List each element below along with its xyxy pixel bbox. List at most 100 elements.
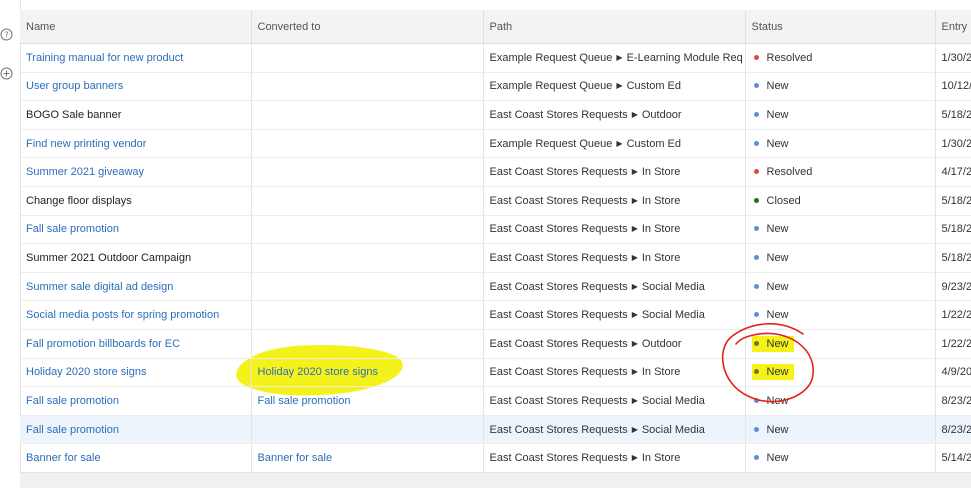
column-header-name[interactable]: Name — [20, 10, 252, 44]
status-cell: New — [745, 129, 936, 159]
request-name-link[interactable]: Find new printing vendor — [26, 138, 146, 150]
path-queue: Example Request Queue — [489, 80, 613, 93]
status-cell: New — [745, 215, 936, 245]
request-name-link[interactable]: Fall sale promotion — [26, 395, 119, 407]
column-header-status[interactable]: Status — [745, 10, 936, 44]
name-cell: Banner for sale — [20, 443, 252, 473]
entry-date-cell: 5/18/2 — [935, 186, 971, 216]
status-dot-icon — [753, 254, 759, 260]
request-name-link[interactable]: Social media posts for spring promotion — [26, 309, 219, 321]
name-cell: Holiday 2020 store signs — [20, 358, 252, 388]
status-cell: Closed — [745, 186, 936, 216]
path-queue: East Coast Stores Requests — [489, 166, 628, 179]
table-row[interactable]: Banner for sale Banner for sale East Coast… — [20, 443, 971, 473]
table-row[interactable]: Training manual for new product Example R… — [20, 43, 971, 73]
status-badge: New — [752, 107, 794, 123]
status-cell: New — [745, 329, 936, 359]
status-badge: Closed — [752, 193, 806, 209]
converted-cell: Fall sale promotion — [251, 386, 484, 416]
entry-date-cell: 5/14/2 — [935, 443, 971, 473]
column-header-entry[interactable]: Entry — [935, 10, 971, 44]
status-cell: New — [745, 100, 936, 130]
partial-icon[interactable] — [0, 0, 13, 7]
status-label: Resolved — [766, 166, 813, 179]
status-dot-icon — [753, 140, 759, 146]
table-row[interactable]: Summer 2021 Outdoor Campaign East Coast S… — [20, 243, 971, 273]
converted-link[interactable]: Fall sale promotion — [258, 395, 351, 407]
request-name-link[interactable]: Fall promotion billboards for EC — [26, 338, 180, 350]
status-label: New — [766, 223, 789, 236]
request-name-link[interactable]: User group banners — [26, 80, 123, 92]
request-name-link[interactable]: Summer sale digital ad design — [26, 281, 173, 293]
status-cell: New — [745, 300, 936, 330]
request-name-link[interactable]: Banner for sale — [26, 452, 101, 464]
status-label: New — [766, 366, 789, 379]
status-label: New — [766, 394, 789, 407]
table-row[interactable]: Fall sale promotion East Coast Stores Req… — [20, 415, 971, 445]
table-row[interactable]: Change floor displays East Coast Stores R… — [20, 186, 971, 216]
converted-cell — [251, 72, 484, 102]
add-icon[interactable] — [0, 67, 13, 80]
path-cell: East Coast Stores Requests ▶ In Store — [483, 157, 746, 187]
path-separator-icon: ▶ — [616, 81, 623, 91]
entry-date-cell: 4/9/20 — [935, 358, 971, 388]
column-header-converted[interactable]: Converted to — [251, 10, 484, 44]
table-row[interactable]: Fall sale promotion Fall sale promotion Ea… — [20, 386, 971, 416]
column-header-path[interactable]: Path — [483, 10, 746, 44]
request-name-link[interactable]: Holiday 2020 store signs — [26, 366, 146, 378]
path-cell: East Coast Stores Requests ▶ In Store — [483, 215, 746, 245]
table-row[interactable]: Fall promotion billboards for EC East Coa… — [20, 329, 971, 359]
path-separator-icon: ▶ — [631, 395, 638, 405]
status-badge: New — [752, 78, 794, 94]
status-cell: New — [745, 443, 936, 473]
path-topic: Social Media — [641, 423, 705, 436]
name-cell: Fall promotion billboards for EC — [20, 329, 252, 359]
status-cell: New — [745, 72, 936, 102]
status-badge: New — [751, 364, 794, 381]
path-separator-icon: ▶ — [616, 138, 623, 148]
status-dot-icon — [753, 312, 759, 318]
status-cell: New — [745, 272, 936, 302]
path-topic: In Store — [641, 251, 681, 264]
converted-cell: Holiday 2020 store signs — [251, 358, 484, 388]
path-queue: East Coast Stores Requests — [489, 194, 628, 207]
status-badge: New — [752, 250, 794, 266]
table-row[interactable]: Fall sale promotion East Coast Stores Req… — [20, 215, 971, 245]
header-row: Name Converted to Path Status Entry — [20, 10, 971, 44]
path-topic: Social Media — [641, 309, 705, 322]
path-cell: East Coast Stores Requests ▶ Social Media — [483, 386, 746, 416]
status-cell: Resolved — [745, 43, 936, 73]
entry-date-cell: 4/17/2 — [935, 157, 971, 187]
table-row[interactable]: BOGO Sale banner East Coast Stores Reques… — [20, 100, 971, 130]
path-topic: Outdoor — [641, 108, 682, 121]
converted-link[interactable]: Holiday 2020 store signs — [258, 366, 378, 378]
table-row[interactable]: Summer 2021 giveaway East Coast Stores Re… — [20, 157, 971, 187]
converted-cell — [251, 243, 484, 273]
entry-date-cell: 9/23/2 — [935, 272, 971, 302]
horizontal-scrollbar[interactable] — [20, 472, 971, 488]
request-name-link[interactable]: Summer 2021 giveaway — [26, 166, 144, 178]
request-name-link[interactable]: Fall sale promotion — [26, 424, 119, 436]
status-label: New — [766, 309, 789, 322]
status-label: New — [766, 280, 789, 293]
status-label: New — [766, 80, 789, 93]
question-icon[interactable]: ? — [0, 28, 13, 41]
request-name-link[interactable]: Fall sale promotion — [26, 223, 119, 235]
request-name-link[interactable]: Training manual for new product — [26, 52, 183, 64]
name-cell: Training manual for new product — [20, 43, 252, 73]
table-row[interactable]: Find new printing vendor Example Request … — [20, 129, 971, 159]
table-row[interactable]: User group banners Example Request Queue ▶… — [20, 72, 971, 102]
converted-link[interactable]: Banner for sale — [258, 452, 333, 464]
table-row[interactable]: Holiday 2020 store signs Holiday 2020 sto… — [20, 358, 971, 388]
path-topic: Custom Ed — [626, 137, 681, 150]
status-label: New — [766, 423, 789, 436]
table-row[interactable]: Summer sale digital ad design East Coast … — [20, 272, 971, 302]
converted-cell — [251, 329, 484, 359]
name-cell: Fall sale promotion — [20, 386, 252, 416]
path-queue: East Coast Stores Requests — [489, 309, 628, 322]
table-row[interactable]: Social media posts for spring promotion E… — [20, 300, 971, 330]
path-topic: In Store — [641, 194, 681, 207]
status-label: New — [766, 452, 789, 465]
path-cell: East Coast Stores Requests ▶ In Store — [483, 186, 746, 216]
converted-cell — [251, 100, 484, 130]
